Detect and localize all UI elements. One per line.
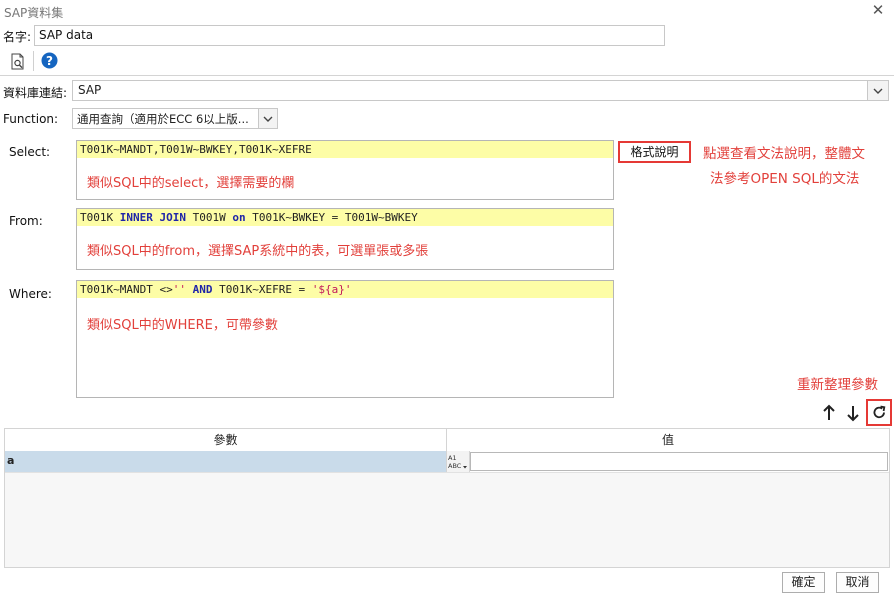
ok-button[interactable]: 確定: [782, 572, 825, 593]
where-code-param: '${a}': [311, 283, 352, 296]
select-label: Select:: [9, 145, 51, 159]
connection-select[interactable]: SAP: [72, 80, 889, 101]
window-title: SAP資料集: [4, 6, 64, 20]
toolbar-separator: [33, 51, 34, 71]
where-code-space: [186, 283, 193, 296]
name-input[interactable]: SAP data: [34, 25, 665, 46]
where-label: Where:: [9, 287, 52, 301]
where-code-field2: T001K~XEFRE =: [212, 283, 312, 296]
function-label: Function:: [3, 112, 59, 126]
svg-text:ABC: ABC: [448, 462, 462, 470]
where-code-empty-string: '': [172, 283, 186, 296]
params-table-header: 參數 值: [5, 429, 889, 452]
param-name-cell[interactable]: a: [5, 451, 446, 472]
from-editor[interactable]: T001K INNER JOIN T001W on T001K~BWKEY = …: [76, 208, 614, 270]
connection-value: SAP: [78, 83, 102, 97]
where-code-field: T001K~MANDT <>: [80, 283, 173, 296]
column-header-value[interactable]: 值: [447, 429, 889, 451]
name-label: 名字:: [3, 30, 32, 44]
help-icon[interactable]: ?: [41, 52, 58, 69]
select-annotation: 類似SQL中的select，選擇需要的欄: [87, 176, 295, 191]
value-type-icon[interactable]: A1 ABC: [446, 451, 470, 472]
from-code-keyword-join: INNER JOIN: [119, 211, 186, 224]
from-code-line: T001K INNER JOIN T001W on T001K~BWKEY = …: [77, 209, 613, 226]
svg-text:A1: A1: [448, 454, 457, 462]
refresh-annotation: 重新整理參數: [797, 377, 878, 393]
svg-text:?: ?: [46, 54, 53, 68]
param-value-input[interactable]: [470, 452, 888, 471]
cancel-button[interactable]: 取消: [836, 572, 879, 593]
function-value: 通用查詢（適用於ECC 6以上版...: [77, 112, 249, 126]
from-code-keyword-on: on: [232, 211, 246, 224]
where-code-keyword-and: AND: [192, 283, 213, 296]
refresh-params-button[interactable]: [866, 399, 892, 426]
from-annotation: 類似SQL中的from，選擇SAP系統中的表，可選單張或多張: [87, 244, 429, 259]
close-icon[interactable]: ✕: [870, 2, 886, 18]
params-table: 參數 值 a A1 ABC: [4, 428, 890, 568]
param-name-text: a: [7, 454, 15, 467]
connection-label: 資料庫連結:: [3, 86, 68, 100]
move-up-icon[interactable]: [822, 404, 836, 422]
chevron-down-icon[interactable]: [867, 81, 888, 100]
from-code-condition: T001K~BWKEY = T001W~BWKEY: [245, 211, 418, 224]
format-help-button[interactable]: 格式說明: [618, 141, 691, 163]
select-editor[interactable]: T001K~MANDT,T001W~BWKEY,T001K~XEFRE 類似SQ…: [76, 140, 614, 200]
format-annotation-line1: 點選查看文法說明，整體文: [703, 146, 865, 162]
from-code-table1: T001K: [80, 211, 120, 224]
where-code-line: T001K~MANDT <>'' AND T001K~XEFRE = '${a}…: [77, 281, 613, 298]
chevron-down-icon[interactable]: [258, 109, 277, 128]
select-code-line: T001K~MANDT,T001W~BWKEY,T001K~XEFRE: [77, 141, 613, 158]
function-select[interactable]: 通用查詢（適用於ECC 6以上版...: [72, 108, 278, 129]
where-editor[interactable]: T001K~MANDT <>'' AND T001K~XEFRE = '${a}…: [76, 280, 614, 398]
where-annotation: 類似SQL中的WHERE，可帶參數: [87, 318, 278, 333]
from-label: From:: [9, 214, 43, 228]
from-code-table2: T001W: [185, 211, 233, 224]
refresh-icon: [873, 405, 886, 419]
format-annotation-line2: 法參考OPEN SQL的文法: [710, 171, 860, 187]
move-down-icon[interactable]: [846, 404, 860, 422]
title-bar: SAP資料集 ✕: [0, 0, 894, 22]
column-header-param[interactable]: 參數: [5, 429, 447, 451]
toolbar-divider: [0, 75, 894, 76]
document-preview-icon[interactable]: [10, 53, 26, 70]
table-row[interactable]: a A1 ABC: [5, 451, 889, 473]
